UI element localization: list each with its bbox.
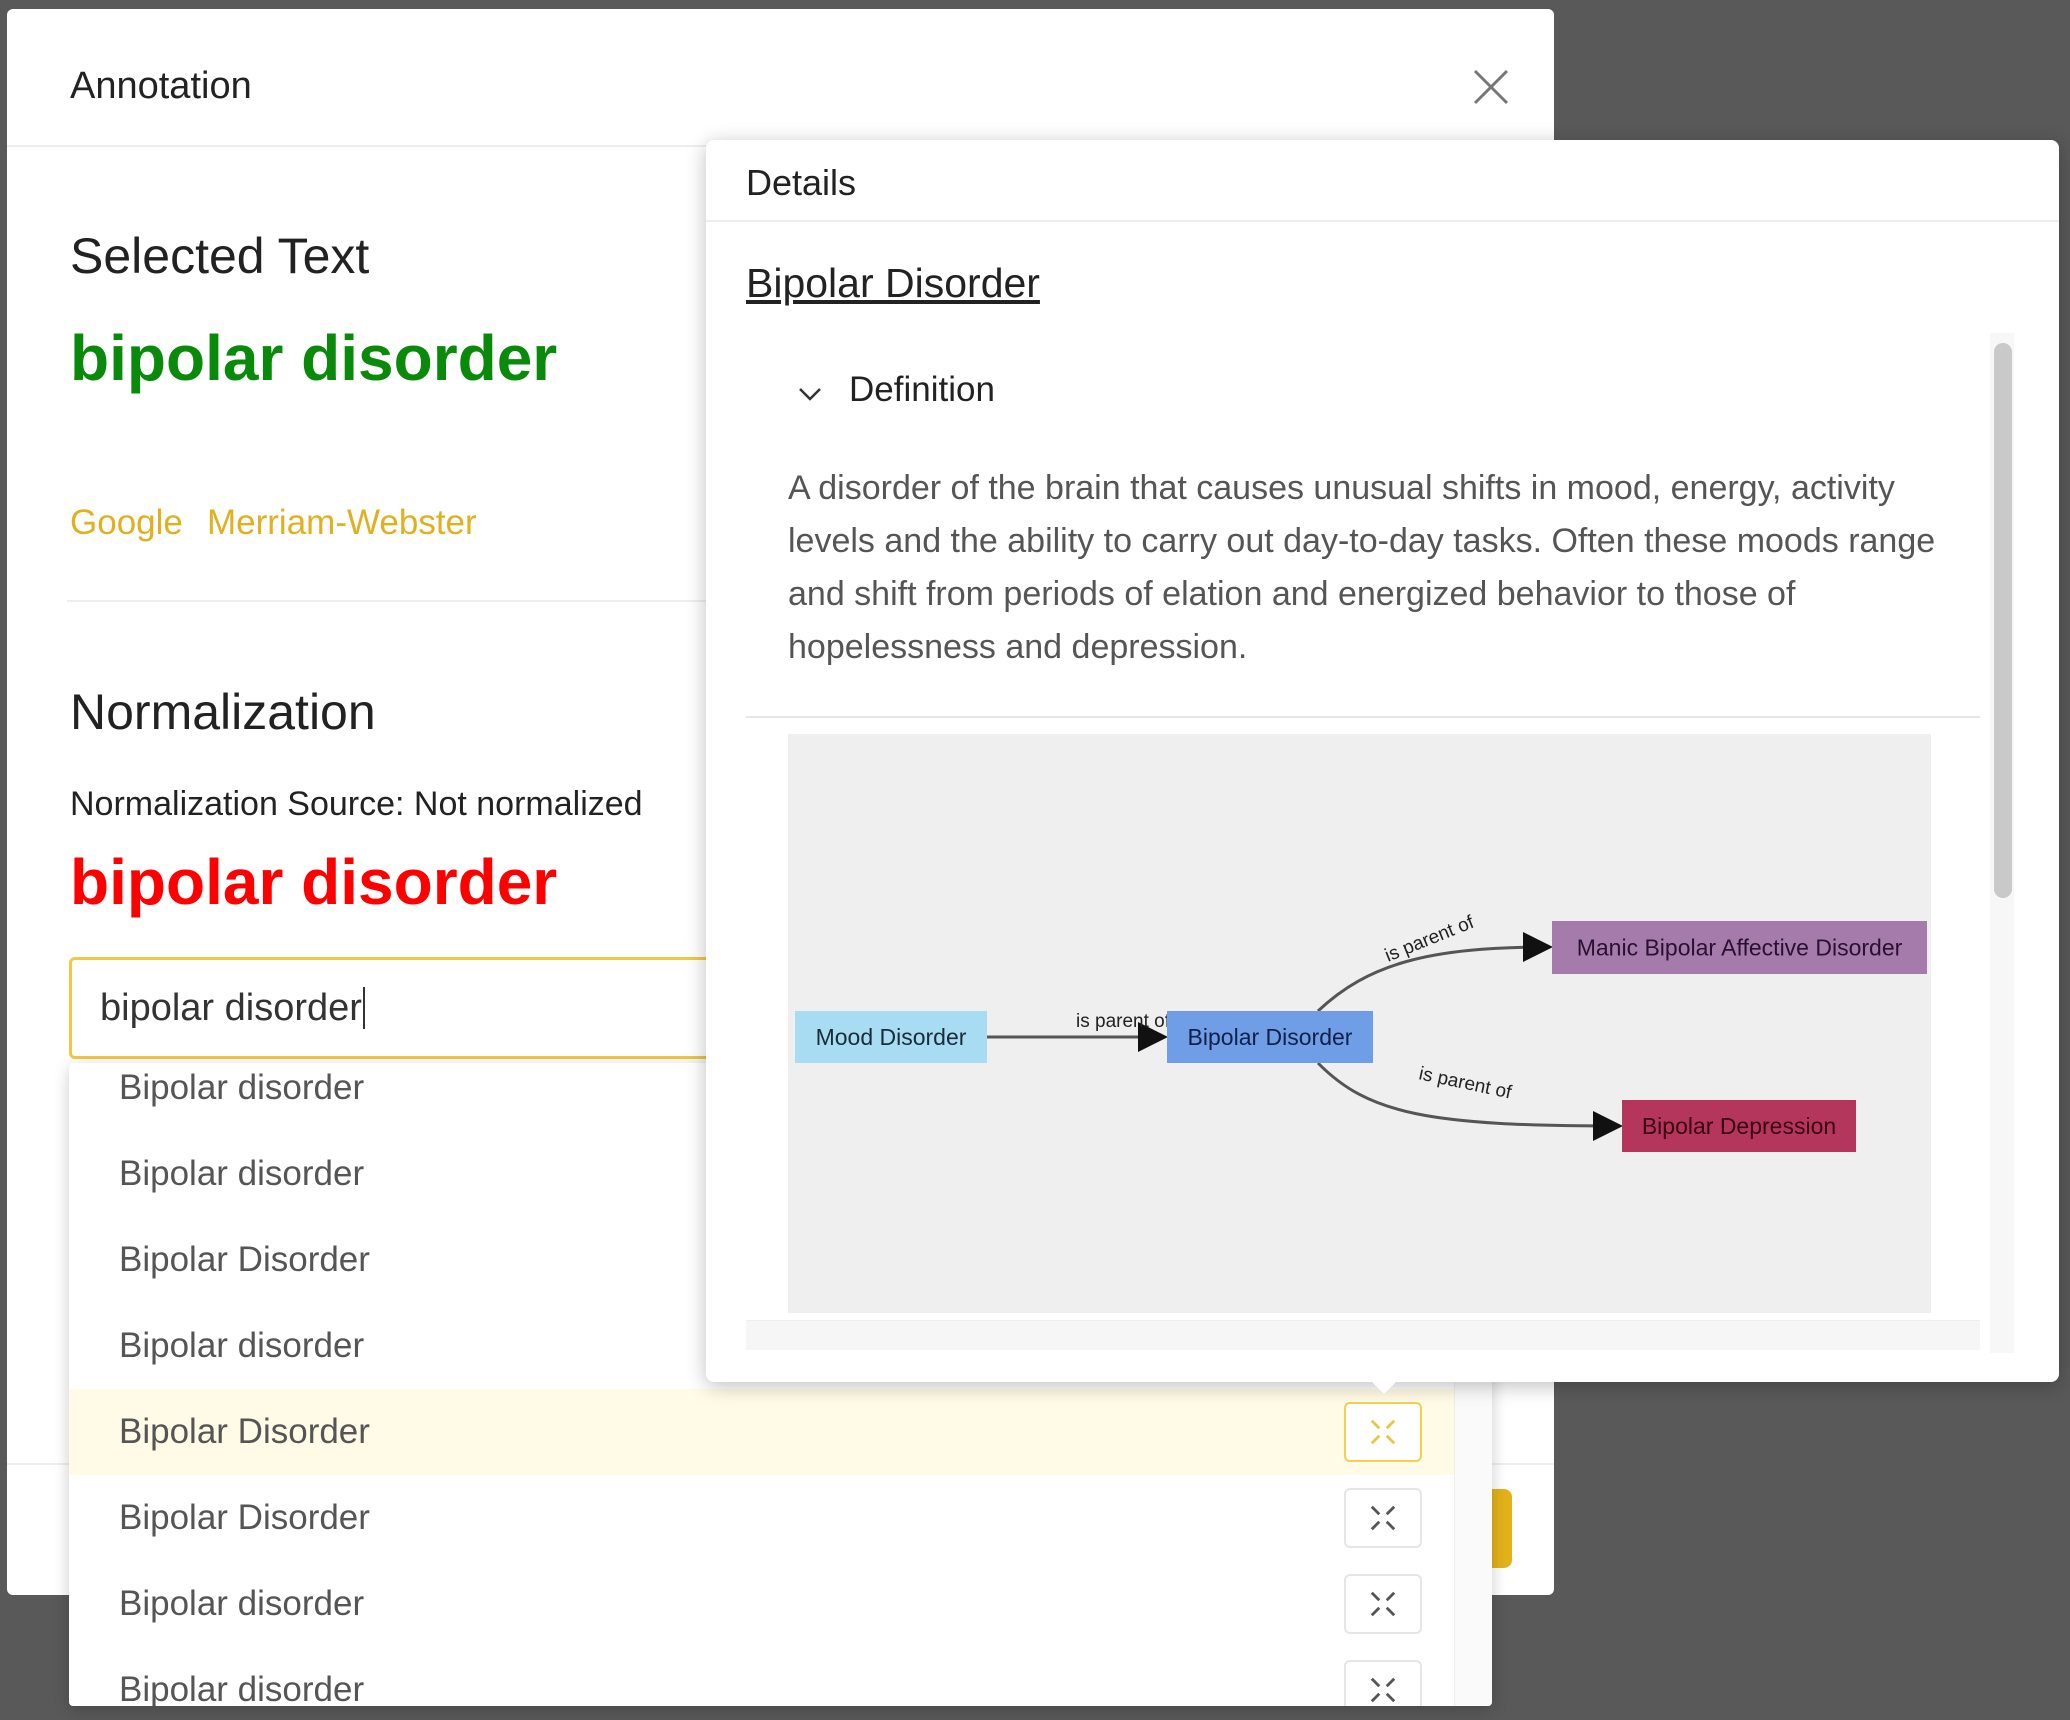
text-cursor: ​ <box>362 987 365 1029</box>
graph-node-label: Bipolar Depression <box>1642 1113 1836 1139</box>
term-link[interactable]: Bipolar Disorder <box>746 260 1040 307</box>
normalization-source: Normalization Source: Not normalized <box>70 785 643 823</box>
details-popover: Details Bipolar Disorder Definition A di… <box>706 140 2059 1382</box>
relationship-graph: is parent of is parent of is parent of Mood… <box>788 734 1931 1313</box>
definition-section-header[interactable]: Definition <box>849 370 995 410</box>
details-title: Details <box>746 162 857 203</box>
merriam-webster-link[interactable]: Merriam-Webster <box>207 503 477 543</box>
graph-edge <box>1316 932 1553 1013</box>
dropdown-item-label: Bipolar Disorder <box>119 1240 370 1279</box>
graph-edge-label: is parent of <box>1076 1011 1171 1032</box>
dropdown-item-label: Bipolar disorder <box>119 1068 365 1107</box>
details-divider <box>706 220 2059 222</box>
selected-text-value: bipolar disorder <box>70 322 558 394</box>
section-divider <box>746 716 1980 718</box>
dropdown-item[interactable]: Bipolar Disorder <box>69 1389 1454 1475</box>
graph-node-label: Mood Disorder <box>816 1024 967 1050</box>
details-bottom <box>746 1320 1980 1350</box>
dropdown-item-label: Bipolar Disorder <box>119 1498 370 1537</box>
selected-text-heading: Selected Text <box>70 228 370 284</box>
dropdown-item[interactable]: Bipolar disorder <box>69 1647 1454 1706</box>
normalization-heading: Normalization <box>70 684 376 740</box>
graph-node-label: Bipolar Disorder <box>1188 1024 1353 1050</box>
definition-text: A disorder of the brain that causes unus… <box>788 469 1936 666</box>
dropdown-item-label: Bipolar Disorder <box>119 1412 370 1451</box>
dropdown-item-label: Bipolar disorder <box>119 1584 365 1623</box>
popover-arrow <box>1370 1380 1398 1394</box>
google-link[interactable]: Google <box>70 503 183 543</box>
chevron-down-icon[interactable] <box>792 376 828 412</box>
divider <box>67 600 767 602</box>
graph-edge-label: is parent of <box>1417 1063 1514 1103</box>
expand-details-icon[interactable] <box>1344 1488 1422 1548</box>
dropdown-item-label: Bipolar disorder <box>119 1670 365 1706</box>
modal-title: Annotation <box>70 65 252 107</box>
expand-details-icon[interactable] <box>1344 1402 1422 1462</box>
dropdown-item[interactable]: Bipolar disorder <box>69 1561 1454 1647</box>
expand-details-icon[interactable] <box>1344 1574 1422 1634</box>
normalization-value: bipolar disorder <box>70 846 558 918</box>
graph-node-label: Manic Bipolar Affective Disorder <box>1577 935 1903 961</box>
expand-details-icon[interactable] <box>1344 1660 1422 1706</box>
close-icon[interactable] <box>1469 65 1513 109</box>
graph-edge-label: is parent of <box>1382 912 1478 967</box>
input-value: bipolar disorder <box>100 987 362 1029</box>
details-scrollbar-thumb[interactable] <box>1994 343 2012 898</box>
dropdown-item-label: Bipolar disorder <box>119 1326 365 1365</box>
dropdown-item-label: Bipolar disorder <box>119 1154 365 1193</box>
dropdown-item[interactable]: Bipolar Disorder <box>69 1475 1454 1561</box>
